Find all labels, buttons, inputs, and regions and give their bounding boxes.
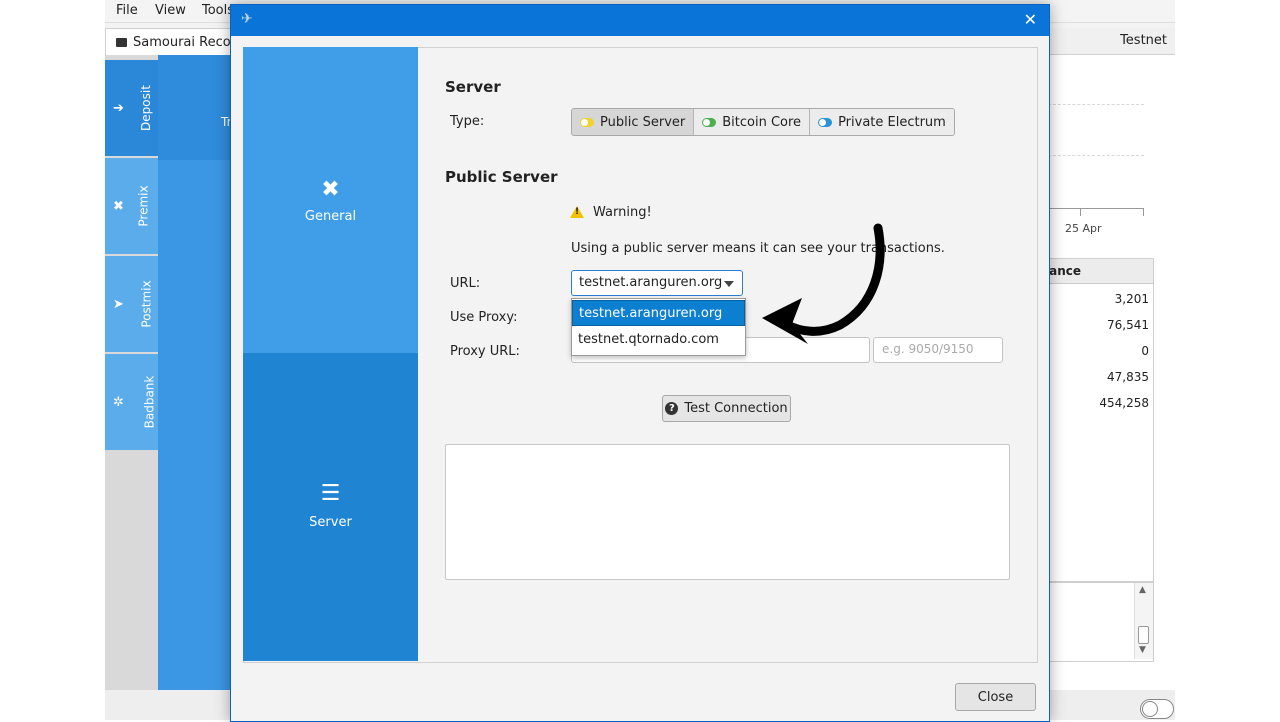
question-circle-icon: ? — [665, 402, 679, 415]
server-type-public[interactable]: Public Server — [572, 109, 695, 135]
use-proxy-label: Use Proxy: — [450, 310, 518, 325]
nav-item-server[interactable]: ☰ Server — [243, 353, 418, 661]
tools-icon: ✖ — [113, 198, 124, 214]
annotation-arrow-icon — [762, 223, 885, 344]
dialog-title-bar[interactable]: ✈ ✕ — [231, 5, 1049, 36]
arrow-right-icon: ➔ — [113, 100, 124, 116]
toggle-icon — [702, 117, 717, 127]
tools-icon: ✖ — [321, 177, 340, 202]
warning-title: Warning! — [593, 205, 652, 220]
type-label: Type: — [450, 114, 485, 129]
server-type-label: Public Server — [600, 114, 686, 130]
table-cell-balance: 76,541 — [1107, 318, 1149, 332]
nav-item-label: General — [304, 209, 357, 224]
sidebar-item-label: Premix — [136, 185, 151, 227]
paper-plane-icon: ➤ — [113, 296, 124, 312]
menu-file[interactable]: File — [116, 3, 138, 18]
table-cell-balance: 0 — [1141, 344, 1149, 358]
url-select-value: testnet.aranguren.org — [579, 275, 723, 290]
menu-view[interactable]: View — [155, 3, 186, 18]
balance-column-header: lance — [1045, 264, 1082, 278]
bug-icon: ✲ — [113, 394, 124, 410]
scrollbar-thumb[interactable] — [1138, 626, 1149, 644]
nav-item-general[interactable]: ✖ General — [243, 47, 418, 353]
sidebar-item-premix[interactable]: ✖ Premix — [105, 158, 158, 254]
server-type-private-electrum[interactable]: Private Electrum — [810, 109, 954, 135]
vertical-scrollbar[interactable]: ▲ ▼ — [1134, 583, 1153, 659]
table-cell-balance: 454,258 — [1099, 396, 1149, 410]
chart-gridline — [1048, 155, 1144, 156]
server-type-bitcoin-core[interactable]: Bitcoin Core — [694, 109, 811, 135]
chart-axis — [1048, 208, 1144, 209]
chevron-down-icon — [724, 281, 734, 287]
chart-date-label: 25 Apr — [1065, 222, 1102, 235]
status-toggle[interactable] — [1140, 699, 1174, 719]
scroll-up-icon[interactable]: ▲ — [1139, 585, 1146, 595]
nav-item-label: Server — [309, 515, 352, 530]
url-label: URL: — [450, 276, 481, 291]
chart-tick — [1143, 208, 1144, 216]
sidebar-item-postmix[interactable]: ➤ Postmix — [105, 256, 158, 352]
public-server-heading: Public Server — [445, 168, 558, 186]
sidebar-item-deposit[interactable]: ➔ Deposit — [105, 60, 158, 156]
url-option[interactable]: testnet.qtornado.com — [572, 327, 745, 353]
preferences-dialog: ✈ ✕ ✖ General ☰ Server Server Type: Publ… — [230, 4, 1050, 722]
app-icon: ✈ — [241, 11, 253, 27]
server-heading: Server — [445, 78, 501, 96]
utxo-table: lance 3,201 76,541 0 47,835 454,258 — [1045, 258, 1154, 582]
test-connection-label: Test Connection — [684, 401, 788, 416]
server-type-selector: Public Server Bitcoin Core Private Elect… — [571, 108, 955, 136]
sidebar-item-badbank[interactable]: ✲ Badbank — [105, 354, 158, 450]
server-type-label: Bitcoin Core — [722, 114, 802, 130]
proxy-url-label: Proxy URL: — [450, 344, 520, 359]
sidebar-item-label: Deposit — [138, 85, 153, 131]
chart-tick — [1080, 208, 1081, 216]
scroll-down-icon[interactable]: ▼ — [1139, 645, 1146, 655]
server-icon: ☰ — [320, 481, 341, 506]
warning-icon: ! — [570, 206, 584, 218]
toggle-icon — [580, 117, 594, 127]
server-type-label: Private Electrum — [838, 114, 946, 130]
table-cell-balance: 47,835 — [1107, 370, 1149, 384]
url-option[interactable]: testnet.aranguren.org — [572, 300, 745, 326]
account-panel-header — [158, 55, 238, 160]
table-cell-balance: 3,201 — [1114, 292, 1149, 306]
url-dropdown: testnet.aranguren.org testnet.qtornado.c… — [571, 298, 746, 356]
sidebar-item-label: Badbank — [142, 375, 157, 429]
toggle-knob — [1142, 701, 1158, 717]
url-select[interactable]: testnet.aranguren.org — [571, 270, 743, 296]
connection-result-area[interactable] — [445, 444, 1010, 580]
test-connection-button[interactable]: ? Test Connection — [662, 395, 791, 422]
sidebar-item-label: Postmix — [139, 280, 154, 328]
close-button[interactable]: Close — [955, 683, 1036, 711]
chart-gridline — [1048, 104, 1144, 105]
wallet-icon — [116, 37, 127, 47]
network-label: Testnet — [1120, 33, 1167, 48]
table-header[interactable]: lance — [1045, 259, 1153, 284]
close-icon[interactable]: ✕ — [1024, 10, 1037, 29]
toggle-icon — [818, 117, 833, 127]
